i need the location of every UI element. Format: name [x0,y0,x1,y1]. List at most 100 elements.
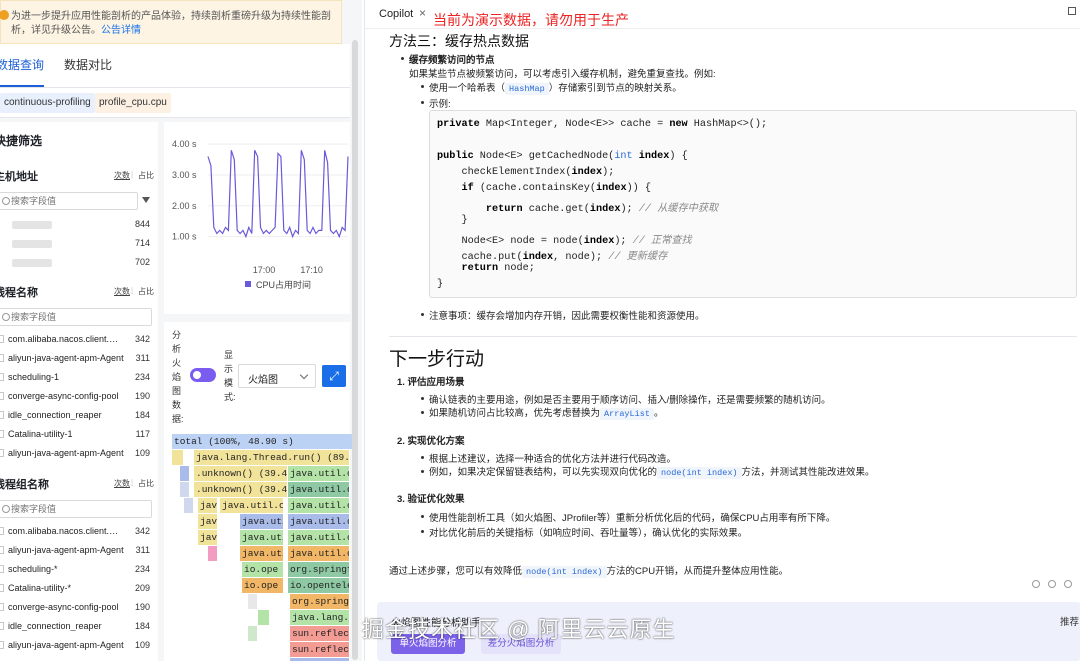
cache-note: 注意事项：缓存会增加内存开销，因此需要权衡性能和资源使用。 [429,311,705,322]
notice-link[interactable]: 公告详情 [101,25,141,36]
close-icon[interactable]: × [419,6,426,20]
checkbox[interactable] [0,354,4,362]
file-tag-profile[interactable]: profile_cpu.cpu [95,93,171,113]
checkbox[interactable] [0,527,4,535]
flame-frame[interactable] [258,610,270,625]
thread-row[interactable]: aliyun-java-agent-apm-Agent 311 [0,350,152,368]
checkbox[interactable] [0,411,4,419]
bullet [401,57,404,60]
host-toggle-count[interactable]: 次数 [114,170,130,181]
flame-frame[interactable]: io.ope [242,562,284,577]
checkbox[interactable] [0,449,4,457]
checkbox[interactable] [0,565,4,573]
flame-frame[interactable]: .unknown() (39.4 [194,466,288,481]
flame-frame[interactable]: java.util.co [288,546,350,561]
flame-frame[interactable]: java.util.co [220,498,284,513]
thread-group-row[interactable]: idle_connection_reaper 184 [0,618,152,636]
flame-frame[interactable]: java.util.co [288,514,350,529]
flame-frame[interactable]: java.uti [240,546,284,561]
tab-data-query[interactable]: 数据查询 [0,56,44,73]
flame-frame[interactable]: org.spring [290,594,350,609]
flame-frame[interactable]: java [198,530,218,545]
flame-frame[interactable]: java.util.co [288,498,350,513]
bullet [421,470,424,473]
host-toggle-share[interactable]: 占比 [138,170,154,181]
checkbox[interactable] [0,546,4,554]
flame-frame[interactable]: sun.reflec [290,642,350,657]
thread-group-row[interactable]: Catalina-utility-* 209 [0,580,152,598]
flame-frame[interactable]: java.lang. [290,610,350,625]
checkbox[interactable] [0,373,4,381]
flame-frame[interactable]: io.opentele [288,578,350,593]
host-row[interactable]: 714 [0,235,152,253]
step-2-bullet-1: 根据上述建议，选择一种适合的优化方法并进行代码改造。 [429,454,677,465]
flame-frame[interactable]: java.uti [240,514,284,529]
flame-frame[interactable]: java.uti [240,530,284,545]
flame-mode-toggle[interactable] [190,368,216,382]
thread-group-search-input[interactable] [0,500,152,518]
thread-search-input[interactable] [0,308,152,326]
flame-frame[interactable] [208,546,218,561]
file-tag-app[interactable]: continuous-profiling [0,93,95,113]
checkbox[interactable] [0,603,4,611]
thread-row[interactable]: com.alibaba.nacos.client.Worker 342 [0,331,152,349]
thread-toggle-count[interactable]: 次数 [114,286,130,297]
checkbox[interactable] [0,641,4,649]
thread-group-toggle-share[interactable]: 占比 [138,478,154,489]
legend-label[interactable]: CPU占用时间 [256,279,311,290]
host-row[interactable]: 702 [0,254,152,272]
window-icon[interactable] [1068,7,1076,15]
bullet [421,411,424,414]
thread-row[interactable]: scheduling-1 234 [0,369,152,387]
flame-frame[interactable]: .unknown() (39.4 [194,482,288,497]
flame-frame[interactable] [184,498,194,513]
flame-frame[interactable] [172,450,184,465]
flame-frame[interactable] [180,466,190,481]
flame-frame[interactable]: total (100%, 48.90 s) [172,434,358,449]
checkbox[interactable] [0,622,4,630]
thread-row[interactable]: converge-async-config-pool 190 [0,388,152,406]
refresh-icon[interactable] [1048,580,1056,588]
flame-frame[interactable]: io.ope [242,578,284,593]
flame-frame[interactable] [180,482,190,497]
expand-button[interactable]: ⤢ [322,365,346,387]
host-row[interactable]: 844 [0,216,152,234]
flame-frame[interactable]: java [198,498,218,513]
thread-group-toggle-count[interactable]: 次数 [114,478,130,489]
thread-search-field[interactable] [11,310,131,324]
checkbox[interactable] [0,430,4,438]
checkbox[interactable] [0,335,4,343]
checkbox[interactable] [0,392,4,400]
thread-group-row[interactable]: aliyun-java-agent-apm-Agent 109 [0,637,152,655]
thread-group-row[interactable]: converge-async-config-pool 190 [0,599,152,617]
step-2-bullet-2: 例如，如果决定保留链表结构，可以先实现双向优化的 node(int index) 方… [429,467,875,479]
host-search-field[interactable] [11,194,131,208]
checkbox[interactable] [0,584,4,592]
flame-frame[interactable]: java.util.co [288,530,350,545]
copy-icon[interactable] [1064,580,1072,588]
filter-funnel-icon[interactable] [142,197,150,203]
flame-frame[interactable]: java [198,514,218,529]
tab-data-compare[interactable]: 数据对比 [64,56,112,73]
flame-frame[interactable]: sun.reflec [290,626,350,641]
flame-frame[interactable] [248,626,258,641]
copilot-tab[interactable]: Copilot [379,8,413,20]
thread-row[interactable]: idle_connection_reaper 184 [0,407,152,425]
left-pane-scrollbar[interactable] [352,40,358,660]
thread-row[interactable]: Catalina-utility-1 117 [0,426,152,444]
host-search-input[interactable] [0,192,138,210]
retry-icon[interactable] [1032,580,1040,588]
file-tags: continuous-profiling profile_cpu.cpu [0,88,350,118]
thread-row[interactable]: aliyun-java-agent-apm-Agent 109 [0,445,152,463]
flame-frame[interactable] [248,594,258,609]
flame-frame[interactable]: java.util.co [288,482,350,497]
thread-group-search-field[interactable] [11,502,131,516]
thread-group-row[interactable]: scheduling-* 234 [0,561,152,579]
flame-frame[interactable]: org.springf [288,562,350,577]
flame-frame[interactable]: java.lang.Thread.run() (89.28 [194,450,350,465]
display-mode-select[interactable]: 火焰图 [238,364,316,388]
thread-group-row[interactable]: com.alibaba.nacos.client.Worker 342 [0,523,152,541]
thread-toggle-share[interactable]: 占比 [138,286,154,297]
flame-frame[interactable]: java.util.co [288,466,350,481]
thread-group-row[interactable]: aliyun-java-agent-apm-Agent 311 [0,542,152,560]
